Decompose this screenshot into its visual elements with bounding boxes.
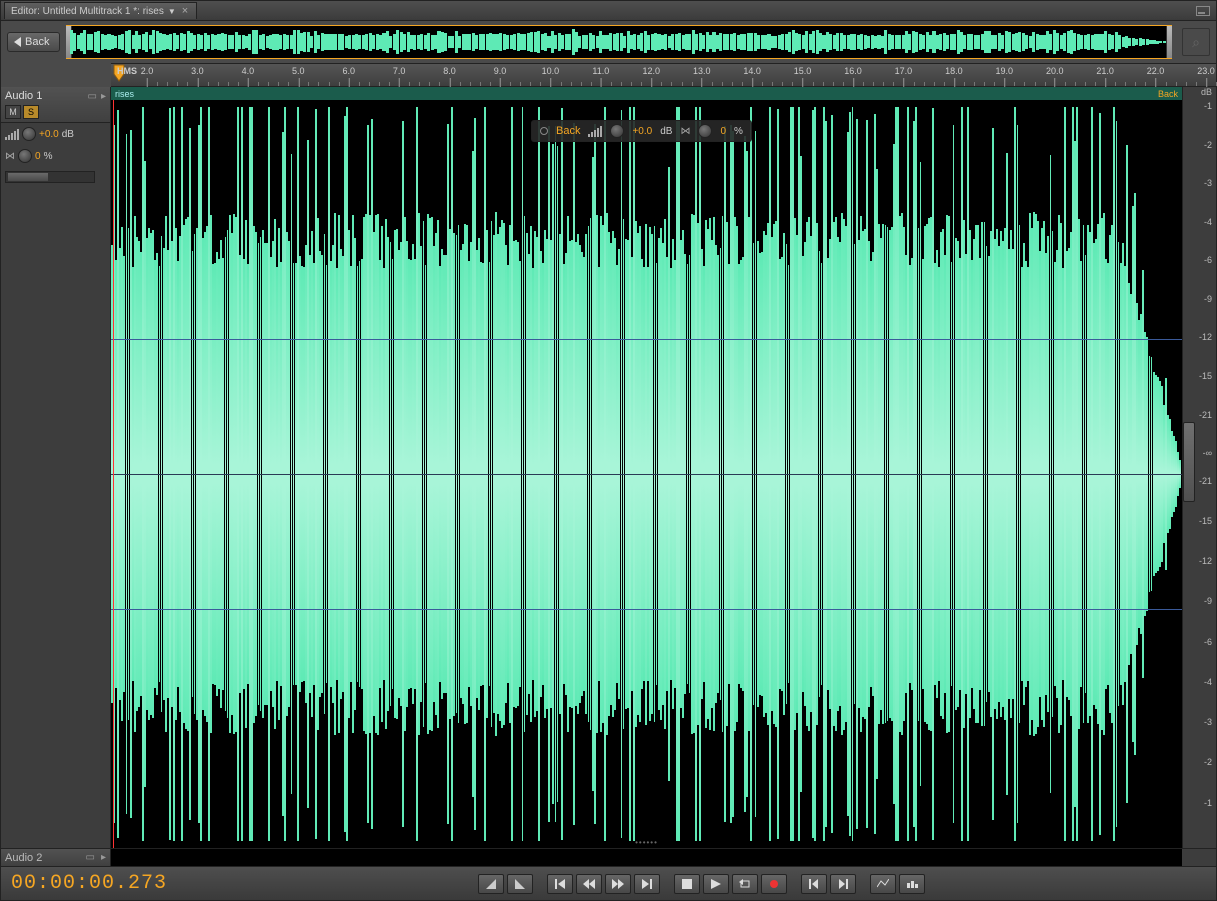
- solo-button[interactable]: S: [23, 105, 39, 119]
- playhead-line[interactable]: [113, 100, 114, 848]
- gain-unit: dB: [62, 129, 74, 140]
- zero-line: [111, 474, 1182, 475]
- hud-gain-knob[interactable]: [610, 124, 624, 138]
- hud-pan-value[interactable]: 0: [720, 126, 726, 137]
- navigation-row: Back ⌕: [1, 21, 1216, 63]
- tab-dropdown-icon[interactable]: ▼: [168, 7, 176, 16]
- prev-marker-button[interactable]: [801, 874, 827, 894]
- next-marker-button[interactable]: [830, 874, 856, 894]
- track2-row: Audio 2 ▭ ▸: [1, 848, 1216, 866]
- pan-unit: %: [44, 151, 53, 162]
- db-scale[interactable]: dB -1-2-3-4-6-9-12-15-21-∞-21-15-12-9-6-…: [1182, 87, 1216, 848]
- pan-control[interactable]: ⋈ 0 %: [1, 145, 110, 167]
- overview-waveform[interactable]: [66, 25, 1172, 59]
- gain-value[interactable]: +0.0: [39, 129, 59, 140]
- play-button[interactable]: [703, 874, 729, 894]
- tab-title: Editor: Untitled Multitrack 1 *: rises: [11, 6, 164, 17]
- search-icon[interactable]: ⌕: [1182, 28, 1210, 56]
- gain-stair-icon: [5, 129, 19, 140]
- clip-name: rises: [115, 89, 134, 99]
- back-button[interactable]: Back: [7, 32, 60, 52]
- pan-icon: ⋈: [5, 151, 15, 162]
- hud-pan-icon: ⋈: [680, 126, 690, 137]
- loop-button[interactable]: [732, 874, 758, 894]
- hud-back-label: Back: [556, 125, 580, 137]
- gain-knob[interactable]: [22, 127, 36, 141]
- timecode[interactable]: 00:00:00.273: [11, 872, 191, 895]
- hud-gain-icon: [588, 126, 602, 137]
- waveform-editor[interactable]: rises Back Back +0.0 dB ⋈ 0: [111, 87, 1182, 848]
- fade-in-button[interactable]: [478, 874, 504, 894]
- clip-hud[interactable]: Back +0.0 dB ⋈ 0 %: [531, 120, 752, 142]
- panel-collapse-icon[interactable]: [1196, 6, 1210, 16]
- track2-collapse-icon[interactable]: ▭: [86, 852, 95, 863]
- hud-gain-unit: dB: [660, 126, 672, 137]
- goto-end-button[interactable]: [634, 874, 660, 894]
- expand-handle-icon[interactable]: ••••••: [635, 838, 658, 847]
- overview-handle-right[interactable]: [1166, 26, 1172, 58]
- mute-button[interactable]: M: [5, 105, 21, 119]
- fade-out-button[interactable]: [507, 874, 533, 894]
- zoom-tool-button[interactable]: [870, 874, 896, 894]
- pan-value[interactable]: 0: [35, 151, 41, 162]
- stop-button[interactable]: [674, 874, 700, 894]
- amplitude-guide-top: [111, 339, 1182, 340]
- track1-header[interactable]: Audio 1 ▭ ▸ M S: [1, 87, 110, 123]
- tab-bar: Editor: Untitled Multitrack 1 *: rises ▼…: [1, 1, 1216, 21]
- hud-pin-icon[interactable]: [540, 127, 548, 135]
- db-unit: dB: [1201, 87, 1212, 97]
- back-label: Back: [25, 36, 49, 48]
- track-collapse-icon[interactable]: ▭: [88, 91, 97, 102]
- hud-gain-value[interactable]: +0.0: [632, 126, 652, 137]
- ruler-unit: HMS: [117, 66, 137, 76]
- clip-header[interactable]: rises Back: [111, 87, 1182, 100]
- record-button[interactable]: [761, 874, 787, 894]
- hud-pan-unit: %: [734, 126, 743, 137]
- pan-knob[interactable]: [18, 149, 32, 163]
- gain-control[interactable]: +0.0 dB: [1, 123, 110, 145]
- hud-pan-knob[interactable]: [698, 124, 712, 138]
- sidebar: Audio 1 ▭ ▸ M S +0.0 dB ⋈ 0: [1, 87, 111, 848]
- track2-name: Audio 2: [5, 852, 42, 864]
- sidebar-scrollbar[interactable]: [5, 171, 95, 183]
- track2-menu-icon[interactable]: ▸: [101, 852, 106, 863]
- clip-right-label: Back: [1158, 89, 1178, 99]
- view-tool-button[interactable]: [899, 874, 925, 894]
- editor-tab[interactable]: Editor: Untitled Multitrack 1 *: rises ▼…: [4, 2, 197, 19]
- track1-name: Audio 1: [5, 90, 42, 102]
- goto-start-button[interactable]: [547, 874, 573, 894]
- forward-button[interactable]: [605, 874, 631, 894]
- amplitude-guide-bottom: [111, 609, 1182, 610]
- track-menu-icon[interactable]: ▸: [101, 91, 106, 102]
- time-ruler[interactable]: HMS 2.03.04.05.06.07.08.09.010.011.012.0…: [111, 63, 1216, 87]
- back-arrow-icon: [14, 37, 21, 47]
- track2-header[interactable]: Audio 2 ▭ ▸: [1, 848, 111, 866]
- rewind-button[interactable]: [576, 874, 602, 894]
- tab-close-icon[interactable]: ×: [180, 5, 190, 17]
- gain-pad[interactable]: [1183, 422, 1195, 502]
- transport-bar: 00:00:00.273: [1, 866, 1216, 900]
- track2-lane[interactable]: [111, 848, 1182, 866]
